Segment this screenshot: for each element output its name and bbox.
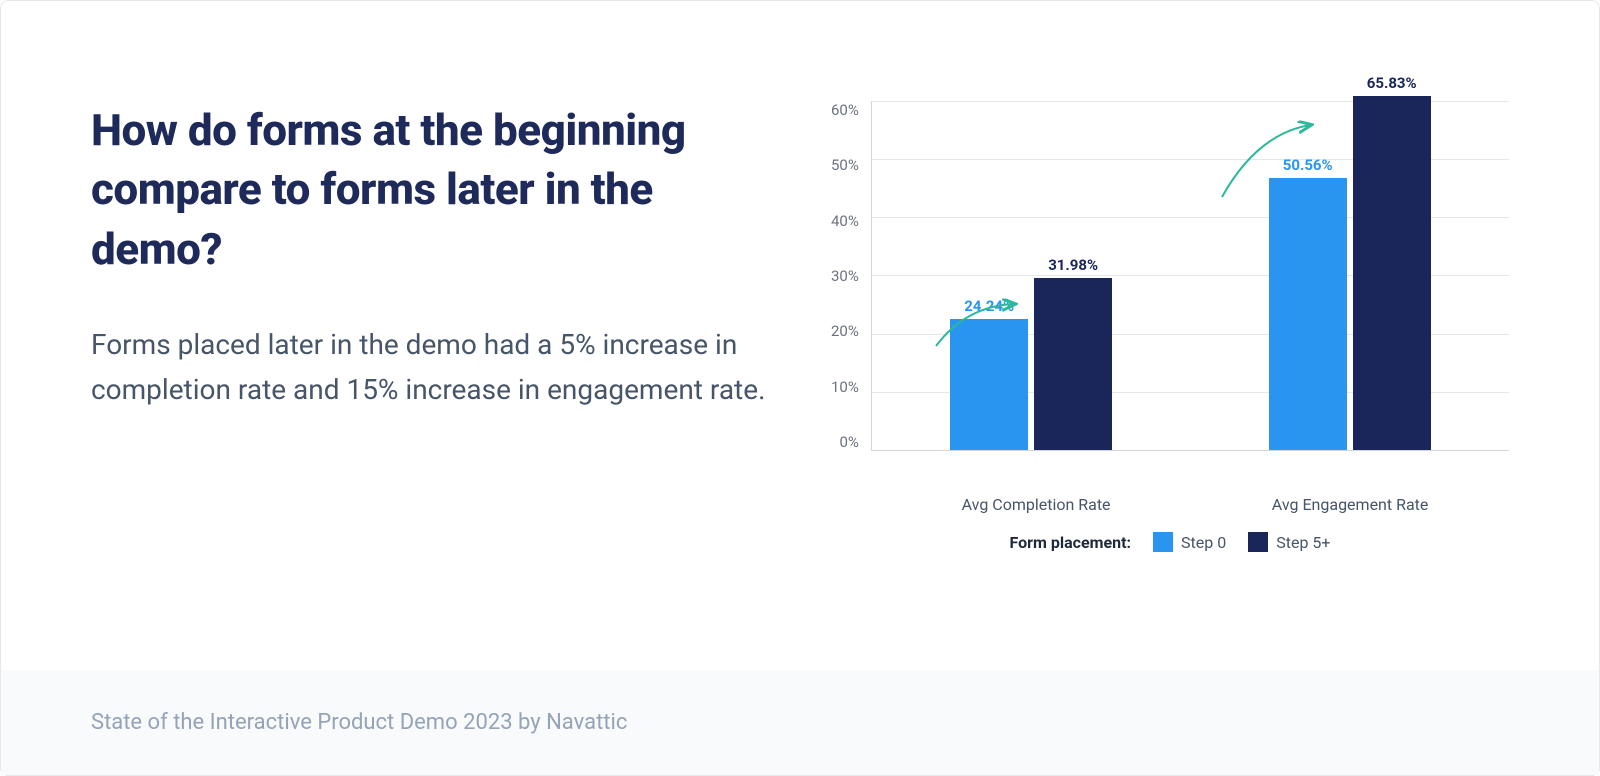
- bar-group: 50.56%65.83%: [1269, 96, 1431, 450]
- plot-area: 24.24%31.98%50.56%65.83%: [871, 101, 1509, 451]
- legend-title: Form placement:: [1010, 533, 1132, 552]
- bar-value-label: 50.56%: [1283, 156, 1333, 174]
- y-axis: 60% 50% 40% 30% 20% 10% 0%: [831, 101, 871, 451]
- legend-label: Step 5+: [1276, 533, 1330, 552]
- body-text: Forms placed later in the demo had a 5% …: [91, 323, 791, 413]
- y-tick: 40%: [831, 212, 859, 230]
- legend-label: Step 0: [1181, 533, 1226, 552]
- footer-text: State of the Interactive Product Demo 20…: [91, 710, 627, 735]
- y-tick: 0%: [839, 433, 858, 451]
- chart-column: 60%50%40%30%20%10%0% 24.24%31.98%50.56%6…: [831, 101, 1509, 630]
- y-tick: 20%: [831, 322, 859, 340]
- x-axis: Avg Completion Rate Avg Engagement Rate: [831, 495, 1509, 514]
- bar: 65.83%: [1353, 96, 1431, 450]
- legend-swatch: [1153, 532, 1173, 552]
- y-tick: 10%: [831, 378, 859, 396]
- bar-value-label: 31.98%: [1048, 256, 1098, 274]
- bar-value-label: 24.24%: [964, 297, 1014, 315]
- bar: 31.98%: [1034, 278, 1112, 450]
- legend-item: Step 5+: [1248, 532, 1330, 552]
- footer: State of the Interactive Product Demo 20…: [1, 670, 1599, 775]
- bar: 24.24%: [950, 319, 1028, 450]
- chart-area: 60%50%40%30%20%10%0% 24.24%31.98%50.56%6…: [831, 101, 1509, 481]
- bar: 50.56%: [1269, 178, 1347, 450]
- x-tick: Avg Completion Rate: [962, 495, 1111, 514]
- y-tick: 30%: [831, 267, 859, 285]
- bar-group: 24.24%31.98%: [950, 278, 1112, 450]
- page-title: How do forms at the beginning compare to…: [91, 101, 791, 279]
- legend-swatch: [1248, 532, 1268, 552]
- legend-item: Step 0: [1153, 532, 1226, 552]
- x-tick: Avg Engagement Rate: [1272, 495, 1429, 514]
- y-tick: 50%: [831, 156, 859, 174]
- y-tick: 60%: [831, 101, 859, 119]
- text-column: How do forms at the beginning compare to…: [91, 101, 791, 630]
- bar-value-label: 65.83%: [1367, 74, 1417, 92]
- chart-legend: Form placement: Step 0 Step 5+: [831, 532, 1509, 552]
- main-content: How do forms at the beginning compare to…: [1, 1, 1599, 670]
